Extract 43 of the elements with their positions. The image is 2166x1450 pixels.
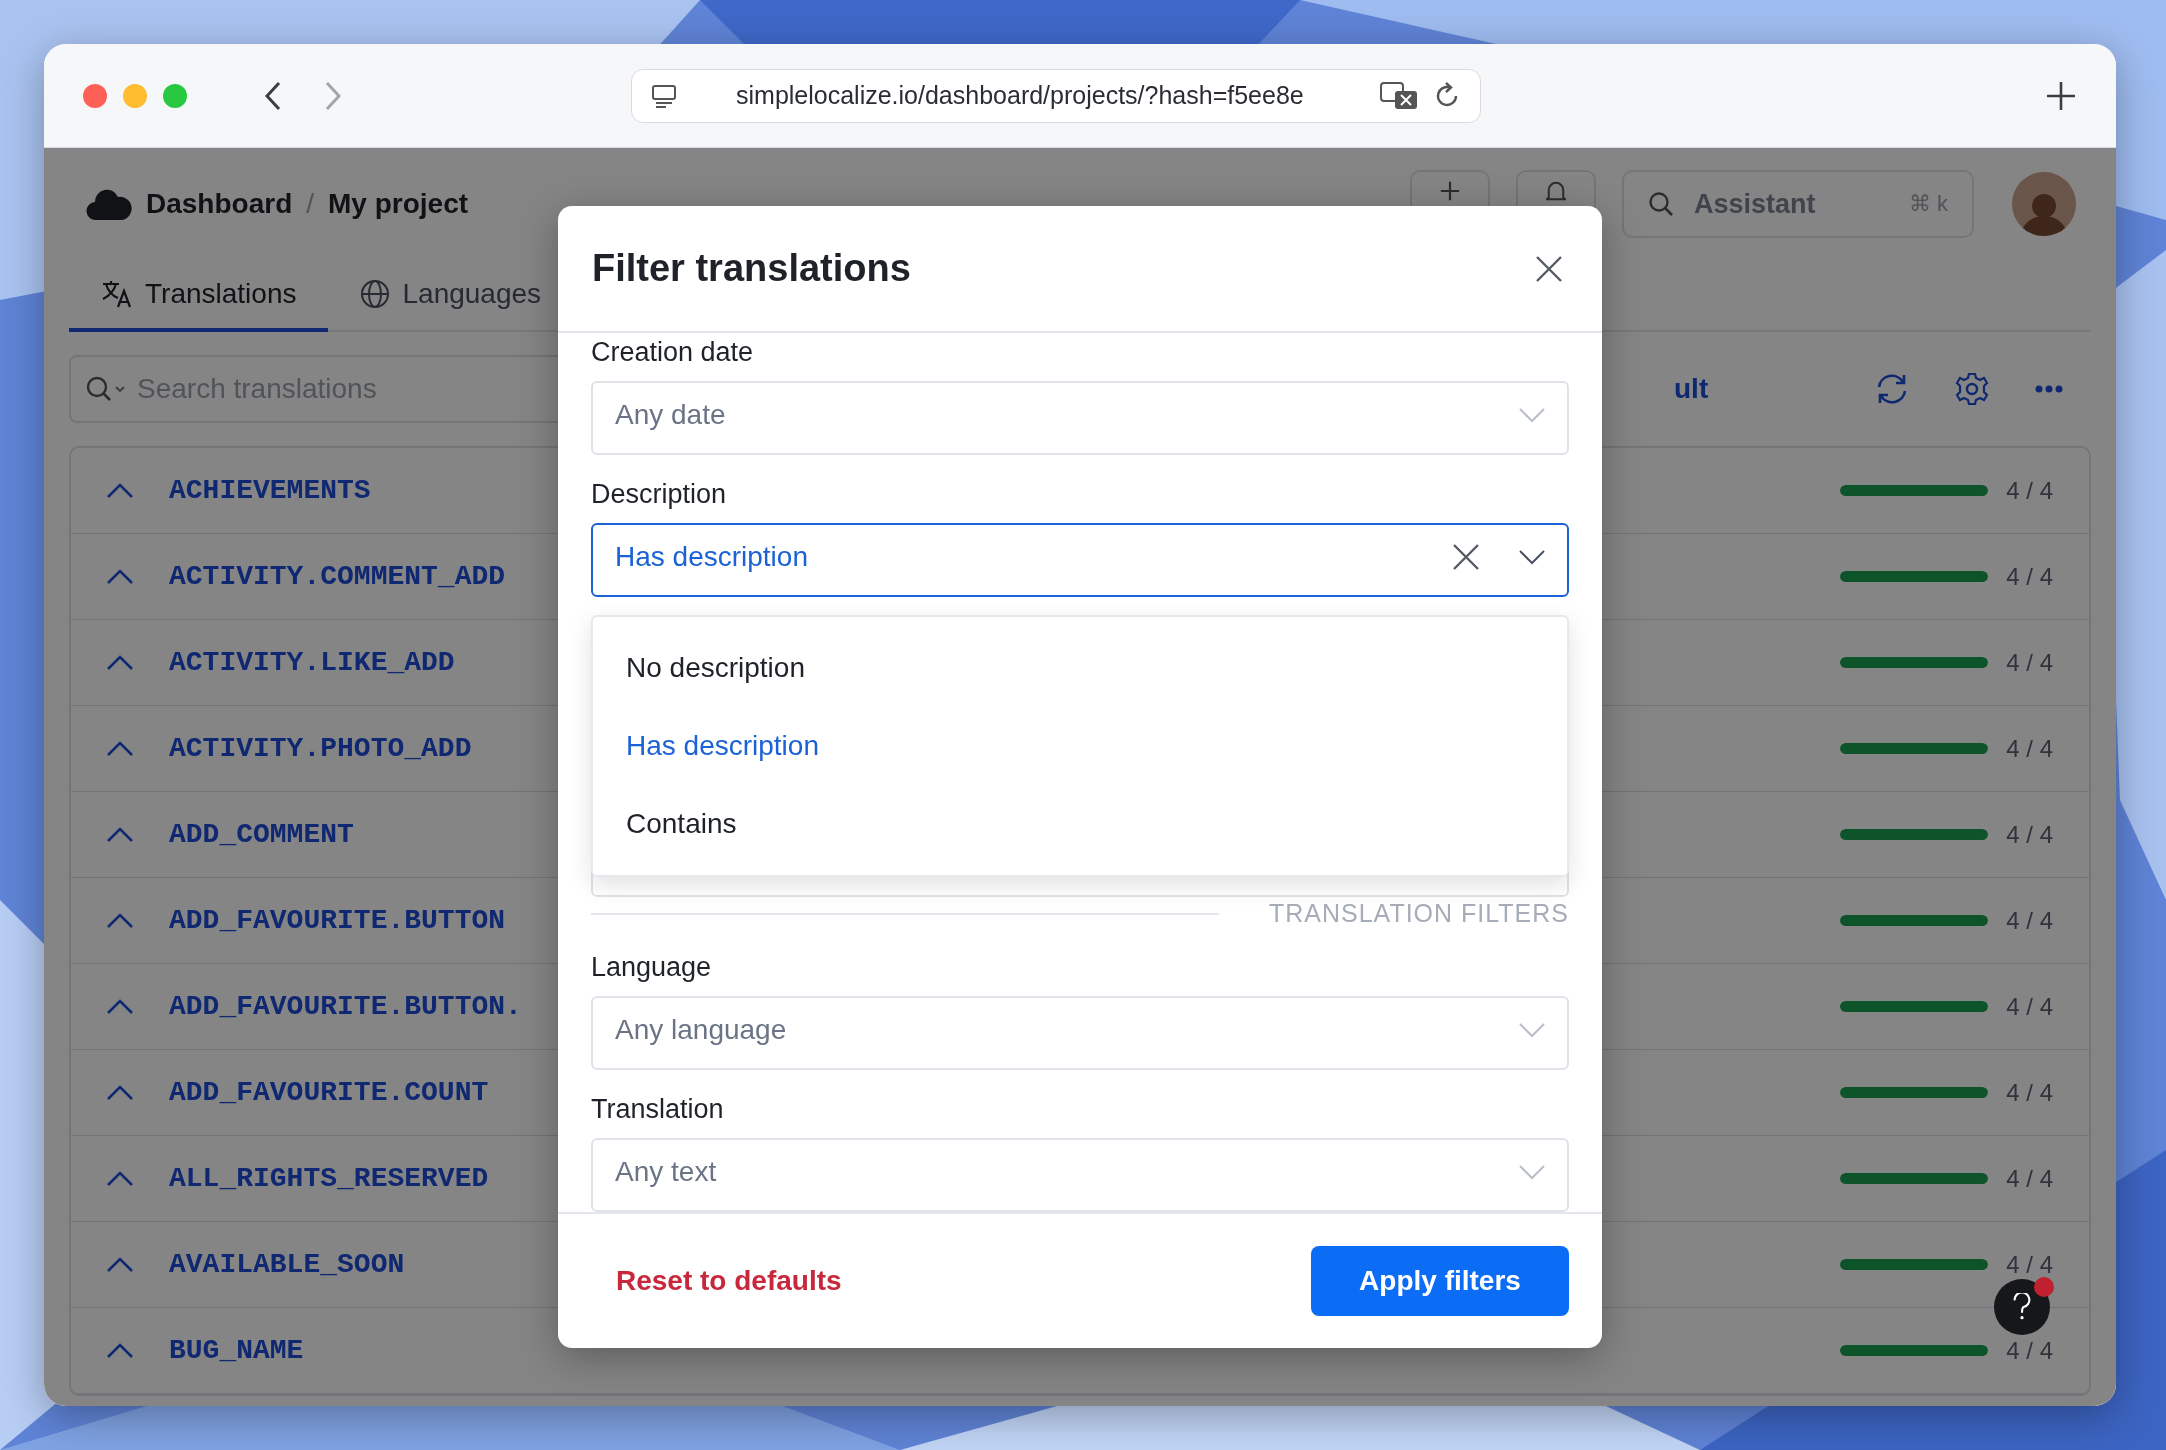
breadcrumb-link[interactable]: My project: [328, 188, 469, 220]
translation-key[interactable]: ACTIVITY.LIKE_ADD: [169, 647, 455, 678]
reset-button[interactable]: Reset to defaults: [616, 1265, 842, 1297]
dialog-title: Filter translations: [592, 247, 911, 290]
select-field[interactable]: Any language: [591, 996, 1569, 1070]
dropdown-option[interactable]: No description: [593, 629, 1567, 707]
progress-count: 4 / 4: [2006, 734, 2053, 763]
progress-count: 4 / 4: [2006, 648, 2053, 677]
translation-key[interactable]: AVAILABLE_SOON: [169, 1249, 405, 1280]
progress-count: 4 / 4: [2006, 906, 2053, 935]
progress-count: 4 / 4: [2006, 562, 2053, 591]
tab[interactable]: Translations: [69, 260, 329, 332]
progress-count: 4 / 4: [2006, 1250, 2053, 1279]
address-bar[interactable]: simplelocalize.io/dashboard/projects/?hash=f5ee8e: [631, 68, 1481, 123]
field-label: Translation: [591, 1094, 725, 1125]
field-label: Description: [591, 479, 728, 510]
progress-count: 4 / 4: [2006, 1336, 2053, 1365]
translation-key[interactable]: ADD_FAVOURITE.BUTTON.: [169, 991, 522, 1022]
dropdown-option[interactable]: Has description: [593, 707, 1567, 785]
translation-key[interactable]: ADD_COMMENT: [169, 819, 354, 850]
translation-key[interactable]: ACTIVITY.COMMENT_ADD: [169, 561, 506, 592]
progress-count: 4 / 4: [2006, 1164, 2053, 1193]
breadcrumb-separator: /: [306, 188, 315, 220]
translation-key[interactable]: ADD_FAVOURITE.COUNT: [169, 1077, 489, 1108]
dropdown-option[interactable]: Contains: [593, 785, 1567, 863]
translation-key[interactable]: ACTIVITY.PHOTO_ADD: [169, 733, 472, 764]
progress-count: 4 / 4: [2006, 992, 2053, 1021]
progress-count: 4 / 4: [2006, 1078, 2053, 1107]
progress-count: 4 / 4: [2006, 820, 2053, 849]
translation-key[interactable]: ADD_FAVOURITE.BUTTON: [169, 905, 506, 936]
translation-key[interactable]: ALL_RIGHTS_RESERVED: [169, 1163, 489, 1194]
field-label: Language: [591, 952, 713, 983]
translation-key[interactable]: ACHIEVEMENTS: [169, 475, 371, 506]
select-field[interactable]: Any text: [591, 1138, 1569, 1212]
toolbar-link[interactable]: ult: [1674, 373, 1709, 405]
select-field[interactable]: Has description: [591, 523, 1569, 597]
section-title: TRANSLATION FILTERS: [1268, 899, 1569, 928]
select-field[interactable]: Any date: [591, 381, 1569, 455]
progress-count: 4 / 4: [2006, 476, 2053, 505]
breadcrumb-link[interactable]: Dashboard: [146, 188, 293, 220]
apply-button[interactable]: Apply filters: [1311, 1246, 1569, 1316]
field-label: Creation date: [591, 337, 755, 368]
translation-key[interactable]: BUG_NAME: [169, 1335, 304, 1366]
